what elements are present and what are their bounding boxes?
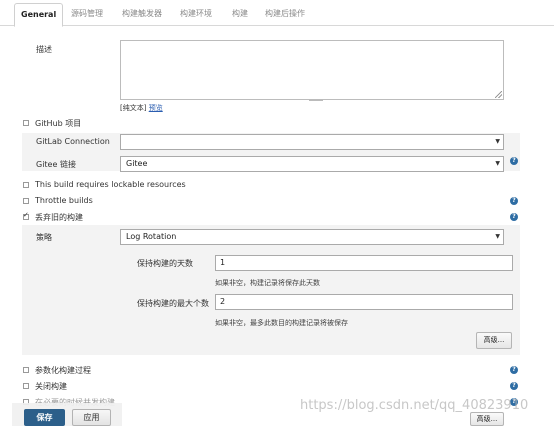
apply-button[interactable]: 应用 bbox=[72, 409, 111, 426]
tab-build-triggers[interactable]: 构建触发器 bbox=[122, 3, 162, 26]
disable-build-checkbox[interactable] bbox=[23, 383, 29, 389]
preview-link[interactable]: 预览 bbox=[149, 104, 163, 112]
keep-days-label: 保持构建的天数 bbox=[137, 259, 193, 268]
keep-days-hint: 如果非空，构建记录将保存此天数 bbox=[215, 279, 320, 287]
keep-days-input[interactable]: 1 bbox=[215, 255, 513, 271]
parameterized-checkbox[interactable] bbox=[23, 367, 29, 373]
discard-old-builds-checkbox[interactable] bbox=[23, 211, 29, 220]
keep-max-input[interactable]: 2 bbox=[215, 294, 513, 310]
tab-post-build[interactable]: 构建后操作 bbox=[265, 3, 305, 26]
github-project-label: GitHub 项目 bbox=[35, 119, 82, 128]
disable-help-icon[interactable]: ? bbox=[510, 382, 518, 390]
strategy-select[interactable]: Log Rotation ▼ bbox=[120, 229, 504, 245]
description-format: [纯文本] 预览 bbox=[120, 103, 163, 113]
bottom-advanced-button[interactable]: 高级... bbox=[470, 412, 504, 426]
disable-build-label: 关闭构建 bbox=[35, 382, 67, 391]
description-label: 描述 bbox=[36, 45, 52, 54]
gitee-link-label: Gitee 链接 bbox=[36, 160, 76, 169]
dropdown-arrow-icon: ▼ bbox=[495, 160, 500, 167]
keep-max-hint: 如果非空，最多此数目的构建记录将被保存 bbox=[215, 319, 348, 327]
gitee-link-value: Gitee bbox=[126, 159, 148, 168]
save-button[interactable]: 保存 bbox=[24, 409, 65, 426]
gitee-link-select[interactable]: Gitee ▼ bbox=[120, 156, 504, 172]
tab-source-management[interactable]: 源码管理 bbox=[71, 3, 103, 26]
throttle-builds-label: Throttle builds bbox=[35, 196, 93, 205]
throttle-help-icon[interactable]: ? bbox=[510, 197, 518, 205]
gitlab-connection-select[interactable]: ▼ bbox=[120, 134, 504, 150]
parameterized-label: 参数化构建过程 bbox=[35, 366, 91, 375]
strategy-label: 策略 bbox=[36, 233, 52, 242]
strategy-advanced-button[interactable]: 高级... bbox=[476, 332, 512, 349]
dropdown-arrow-icon: ▼ bbox=[495, 233, 500, 240]
description-textarea[interactable] bbox=[120, 40, 504, 101]
tab-build[interactable]: 构建 bbox=[232, 3, 248, 26]
discard-old-builds-label: 丢弃旧的构建 bbox=[35, 213, 83, 222]
dropdown-arrow-icon: ▼ bbox=[495, 138, 500, 145]
tab-build-environment[interactable]: 构建环境 bbox=[180, 3, 212, 26]
throttle-builds-checkbox[interactable] bbox=[23, 198, 29, 204]
watermark-text: https://blog.csdn.net/qq_40823910 bbox=[300, 398, 529, 413]
strategy-value: Log Rotation bbox=[126, 232, 177, 241]
tab-general[interactable]: General bbox=[14, 3, 64, 27]
tab-bar: General 源码管理 构建触发器 构建环境 构建 构建后操作 bbox=[0, 0, 554, 27]
textarea-grabber[interactable] bbox=[309, 99, 323, 101]
gitee-help-icon[interactable]: ? bbox=[510, 157, 518, 165]
gitlab-connection-label: GitLab Connection bbox=[36, 137, 110, 146]
parameterized-help-icon[interactable]: ? bbox=[510, 366, 518, 374]
lockable-resources-checkbox[interactable] bbox=[23, 182, 29, 188]
keep-max-label: 保持构建的最大个数 bbox=[137, 299, 209, 308]
plain-text-label: [纯文本] bbox=[120, 104, 147, 112]
lockable-resources-label: This build requires lockable resources bbox=[35, 180, 186, 189]
discard-help-icon[interactable]: ? bbox=[510, 213, 518, 221]
github-project-checkbox[interactable] bbox=[23, 120, 29, 126]
resize-handle-icon[interactable] bbox=[495, 91, 502, 98]
